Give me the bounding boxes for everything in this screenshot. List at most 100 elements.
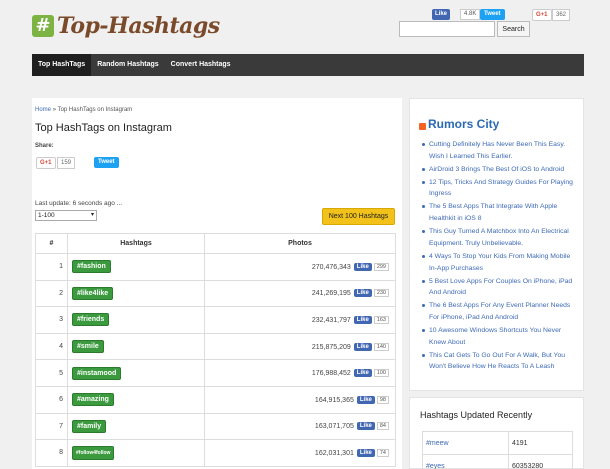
hashtag-button[interactable]: #fashion [72,260,111,274]
row-like-button[interactable]: Like [356,422,375,431]
photos-cell: 162,031,301 Like 74 [204,439,396,467]
row-like-button[interactable]: Like [353,342,372,351]
row-number: 3 [35,306,68,334]
row-like-button[interactable]: Like [356,448,375,457]
table-row: 5 #instamood 176,988,452 Like 100 [35,359,396,387]
rss-icon [419,123,426,130]
hashtag-cell: #amazing [67,385,205,414]
photo-count: 215,875,209 [311,343,351,351]
photo-count: 270,476,343 [311,263,351,271]
logo-hash-icon: # [32,15,54,37]
table-row: 4 #smile 215,875,209 Like 140 [35,332,396,361]
google-plus-button[interactable]: G+1 [532,9,552,21]
row-like-button[interactable]: Like [353,289,372,298]
nav-top-hashtags[interactable]: Top HashTags [32,54,92,76]
breadcrumb-current: Top HashTags on Instagram [57,107,133,113]
logo-text: Top-Hashtags [57,13,220,39]
range-select-value: 1-100 [38,212,55,219]
photos-cell: 164,915,365 Like 98 [204,385,396,414]
row-like-button[interactable]: Like [356,395,375,404]
article-link[interactable]: 12 Tips, Tricks And Strategy Guides For … [420,177,578,200]
row-number: 4 [35,332,68,361]
updated-hashtag-count: 4191 [508,431,573,455]
updated-hashtag-link[interactable]: #meew [422,431,509,455]
range-select[interactable]: 1-100 ▾ [35,210,97,221]
hashtag-button[interactable]: #friends [72,313,110,327]
article-link[interactable]: This Guy Turned A Matchbox Into An Elect… [420,226,578,249]
hashtag-cell: #fashion [67,253,205,281]
table-row: 1 #fashion 270,476,343 Like 299 [35,253,396,281]
updated-widget-title: Hashtags Updated Recently [420,410,533,420]
article-list: Cutting Definitely Has Never Been This E… [420,139,578,374]
last-update-text: Last update: 6 seconds ago ... [35,200,123,207]
hashtag-button[interactable]: #like4like [72,286,114,300]
photo-count: 176,988,452 [311,370,351,378]
next-100-button[interactable]: Next 100 Hashtags [322,208,395,225]
facebook-like-button[interactable]: Like [432,9,451,20]
article-link[interactable]: This Cat Gets To Go Out For A Walk, But … [420,350,578,373]
photos-cell: 176,988,452 Like 100 [204,359,396,387]
photo-count: 162,031,301 [314,449,354,457]
tweet-button[interactable]: Tweet [480,9,505,20]
table-row: 7 #family 163,071,705 Like 84 [35,412,396,441]
hashtag-button[interactable]: #amazing [72,393,114,407]
photo-count: 241,269,195 [311,290,351,298]
breadcrumb-home-link[interactable]: Home [35,107,51,113]
nav-convert-hashtags[interactable]: Convert Hashtags [165,54,237,76]
hashtag-button[interactable]: #family [72,419,107,433]
hashtag-button[interactable]: #instamood [72,366,122,380]
article-link[interactable]: Cutting Definitely Has Never Been This E… [420,139,578,162]
updated-hashtags-table: #meew 4191 #eyes 60353280 [422,431,573,469]
chevron-down-icon: ▾ [90,212,94,218]
article-link[interactable]: 10 Awesome Windows Shortcuts You Never K… [420,325,578,348]
row-like-count: 230 [373,289,389,298]
article-link[interactable]: The 5 Best Apps That Integrate With Appl… [420,201,578,224]
search-button[interactable]: Search [497,21,530,37]
row-like-count: 98 [376,395,389,404]
photos-cell: 270,476,343 Like 299 [204,253,396,281]
site-logo[interactable]: # Top-Hashtags [32,13,220,39]
photos-cell: 241,269,195 Like 230 [204,279,396,308]
article-link[interactable]: AirDroid 3 Brings The Best Of iOS to And… [420,164,578,176]
updated-hashtag-count: 60353280 [508,454,573,469]
hashtag-cell: #follow4follow [67,439,205,467]
share-tweet-button[interactable]: Tweet [94,157,119,168]
table-row: 3 #friends 232,431,797 Like 163 [35,306,396,334]
row-like-button[interactable]: Like [353,262,372,271]
row-like-button[interactable]: Like [353,315,372,324]
table-row: 2 #like4like 241,269,195 Like 230 [35,279,396,308]
share-google-plus-count: 159 [57,157,76,169]
hashtag-cell: #family [67,412,205,441]
row-number: 1 [35,253,68,281]
fb-like-label: Like [435,11,448,17]
article-link[interactable]: 5 Best Love Apps For Couples On iPhone, … [420,276,578,299]
row-like-count: 299 [373,262,389,271]
nav-random-hashtags[interactable]: Random Hashtags [91,54,164,76]
column-header-hashtags: Hashtags [67,233,205,254]
article-link[interactable]: 4 Ways To Stop Your Kids From Making Mob… [420,251,578,274]
row-like-count: 84 [376,422,389,431]
hashtag-cell: #instamood [67,359,205,387]
breadcrumb: Home » Top HashTags on Instagram [35,107,132,113]
site-header: # Top-Hashtags Like 4.8K Tweet G+1 362 S… [0,0,610,52]
page-title: Top HashTags on Instagram [35,122,172,134]
article-link[interactable]: The 6 Best Apps For Any Event Planner Ne… [420,300,578,323]
photos-cell: 163,071,705 Like 84 [204,412,396,441]
hashtag-cell: #friends [67,306,205,334]
table-row: #eyes 60353280 [422,454,573,469]
row-number: 6 [35,385,68,414]
hashtag-button[interactable]: #smile [72,340,104,354]
photos-cell: 232,431,797 Like 163 [204,306,396,334]
row-like-count: 100 [373,369,389,378]
search-input[interactable] [399,21,495,37]
row-like-button[interactable]: Like [353,369,372,378]
table-row: 8 #follow4follow 162,031,301 Like 74 [35,439,396,467]
widget-title[interactable]: Rumors City [428,117,499,131]
facebook-like-count: 4.8K [460,9,481,20]
hashtag-button[interactable]: #follow4follow [72,445,115,460]
share-google-plus-button[interactable]: G+1 [36,157,56,169]
photos-cell: 215,875,209 Like 140 [204,332,396,361]
main-nav: Top HashTags Random Hashtags Convert Has… [32,54,584,76]
row-like-count: 140 [373,342,389,351]
updated-hashtag-link[interactable]: #eyes [422,454,509,469]
